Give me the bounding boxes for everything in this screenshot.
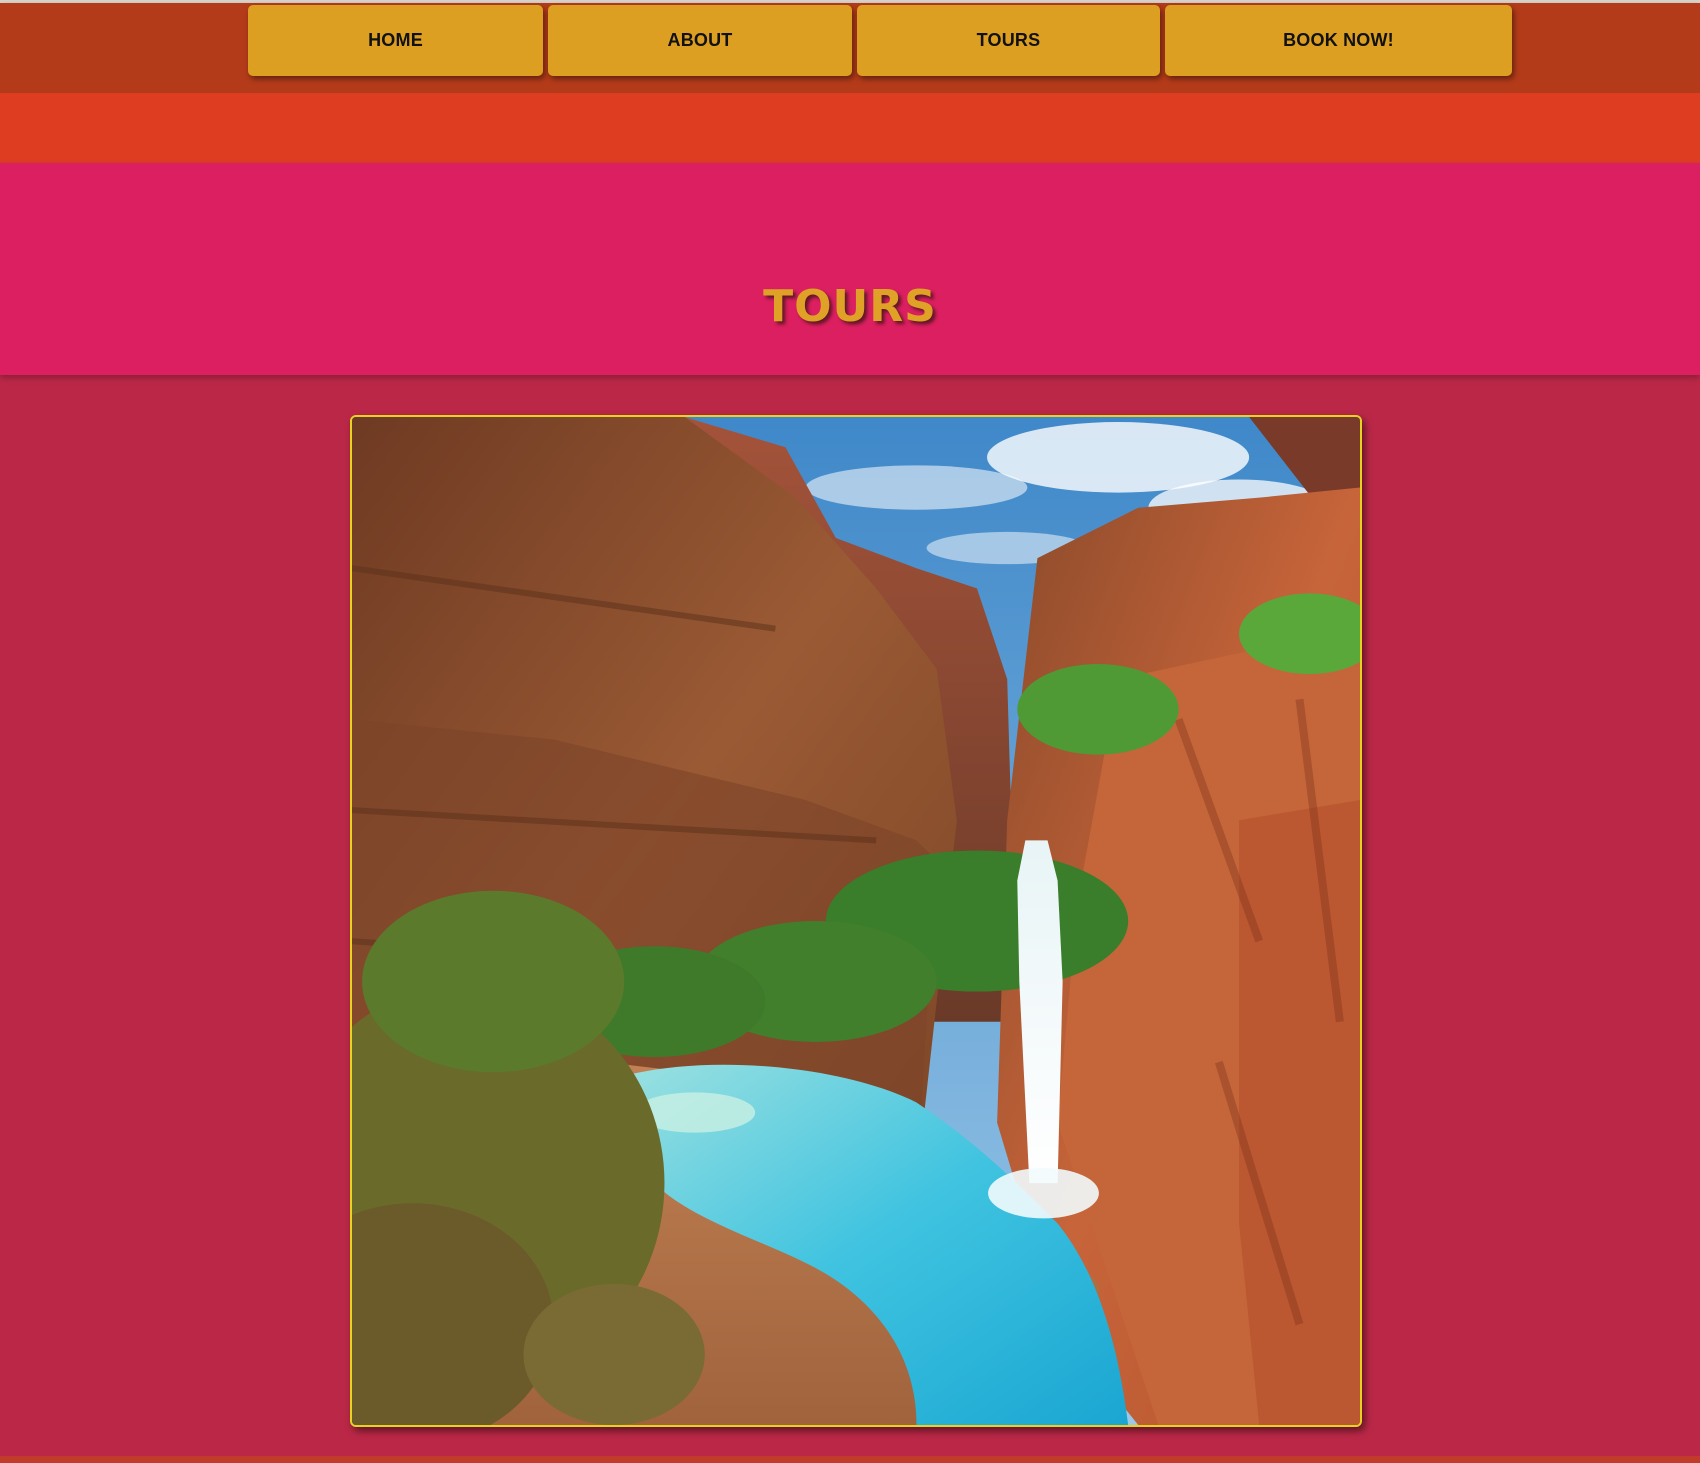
page-title: TOURS: [763, 281, 937, 332]
title-banner: [0, 163, 1700, 375]
hero-image: [350, 415, 1362, 1427]
bottom-strip: [0, 1456, 1700, 1463]
page: HOME ABOUT TOURS BOOK NOW! TOURS: [0, 0, 1700, 1463]
navbar: HOME ABOUT TOURS BOOK NOW!: [0, 3, 1700, 93]
nav-tours-button[interactable]: TOURS: [857, 5, 1160, 76]
orange-banner-band: [0, 93, 1700, 163]
nav-about-button[interactable]: ABOUT: [548, 5, 852, 76]
canyon-waterfall-image: [352, 417, 1360, 1425]
nav-book-now-button[interactable]: BOOK NOW!: [1165, 5, 1512, 76]
nav-home-button[interactable]: HOME: [248, 5, 543, 76]
